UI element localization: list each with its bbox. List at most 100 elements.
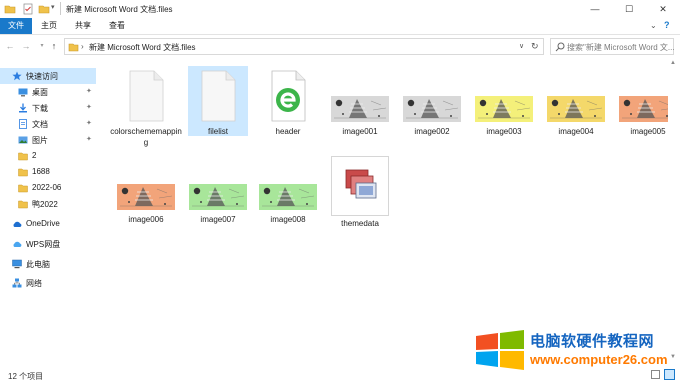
file-name: header [275,127,301,136]
sidebar-item[interactable]: 2 [0,148,96,164]
new-folder-icon[interactable] [38,3,50,15]
file-item[interactable]: image001 [330,66,390,136]
address-dropdown-icon[interactable]: ∨ [519,42,524,50]
sidebar-item[interactable]: 桌面 ✦ [0,84,96,100]
image-thumbnail [189,184,247,210]
minimize-button[interactable]: — [578,0,612,18]
pin-icon[interactable]: ✦ [86,103,92,111]
watermark-url: www.computer26.com [530,352,668,367]
file-item[interactable]: themedata [330,154,390,228]
title-bar: ▾ 新建 Microsoft Word 文档.files — ☐ ✕ [0,0,680,18]
pin-icon[interactable]: ✦ [86,135,92,143]
sidebar-item[interactable]: 2022-06 [0,180,96,196]
download-icon [19,103,27,113]
sidebar-item-label: 2 [32,151,37,160]
image-thumbnail [259,184,317,210]
search-icon [555,42,565,52]
sidebar-item-label: 鸭2022 [32,200,58,209]
tab-view[interactable]: 查看 [104,18,130,34]
sidebar-item[interactable]: 图片 ✦ [0,132,96,148]
file-name: image007 [200,215,236,224]
cloud-icon [13,221,22,227]
navigation-pane: 快速访问 桌面 ✦ 下载 ✦ 文档 ✦ 图片 ✦ 2 1688 2022-06 鸭2022 OneDriv… [0,64,96,364]
title-divider [60,2,61,15]
image-thumbnail [475,96,533,122]
file-item[interactable]: image007 [188,154,248,224]
file-name: image001 [342,127,378,136]
scroll-up-icon[interactable]: ▲ [670,60,676,66]
file-item[interactable]: image002 [402,66,462,136]
sidebar-item[interactable]: 此电脑 [0,256,96,272]
file-item[interactable]: colorschememapping [110,66,182,147]
details-view-icon[interactable] [651,370,660,379]
file-name: image006 [128,215,164,224]
up-arrow-icon[interactable]: ↑ [48,40,60,52]
desktop-icon [18,88,28,97]
pin-icon[interactable]: ✦ [86,119,92,127]
sidebar-item-label: 图片 [32,136,48,145]
sidebar-item[interactable]: 网络 [0,275,96,291]
watermark: 电脑软硬件教程网 www.computer26.com [474,330,674,370]
sidebar-item[interactable]: 鸭2022 [0,196,96,212]
close-button[interactable]: ✕ [646,0,680,18]
customize-qa-chevron-icon[interactable]: ▾ [51,3,55,15]
sidebar-item[interactable]: 文档 ✦ [0,116,96,132]
sidebar-item[interactable]: 1688 [0,164,96,180]
recent-locations-icon[interactable]: ▾ [36,40,48,52]
sidebar-item-label: OneDrive [26,219,60,228]
maximize-button[interactable]: ☐ [612,0,646,18]
document-icon [19,119,27,129]
computer-icon [12,259,22,269]
properties-icon[interactable] [22,3,34,15]
address-bar[interactable]: › 新建 Microsoft Word 文档.files ∨ ↻ [64,38,544,55]
back-arrow-icon[interactable]: ← [4,40,16,52]
search-placeholder: 搜索"新建 Microsoft Word 文... [567,43,675,52]
sidebar-item[interactable]: WPS网盘 [0,236,96,252]
sidebar-item-label: 快速访问 [26,72,58,81]
pin-icon[interactable]: ✦ [86,87,92,95]
forward-arrow-icon[interactable]: → [20,40,32,52]
help-icon[interactable]: ? [664,20,670,30]
sidebar-item-label: 下载 [32,104,48,113]
sidebar-item[interactable]: 下载 ✦ [0,100,96,116]
theme-file-icon [331,156,389,216]
folder-icon [68,43,79,52]
sidebar-item-label: 桌面 [32,88,48,97]
blank-file-icon [129,70,164,122]
expand-ribbon-icon[interactable]: ⌄ [650,21,657,30]
file-name: filelist [207,127,228,136]
file-item[interactable]: image008 [258,154,318,224]
sidebar-item[interactable]: OneDrive [0,216,96,232]
breadcrumb-path[interactable]: 新建 Microsoft Word 文档.files [89,42,196,53]
scrollbar[interactable]: ▲ ▼ [668,60,679,366]
file-item[interactable]: image004 [546,66,606,136]
sidebar-item[interactable]: 快速访问 [0,68,96,84]
image-thumbnail [403,96,461,122]
file-name: image004 [558,127,594,136]
sidebar-item-label: 2022-06 [32,183,62,192]
ribbon-tabs: 文件 主页 共享 查看 ⌄ ? [0,18,680,35]
file-item[interactable]: header [258,66,318,136]
sidebar-item-label: WPS网盘 [26,240,61,249]
image-thumbnail [547,96,605,122]
picture-icon [18,136,28,144]
network-icon [12,278,22,288]
html-file-icon [271,70,306,122]
refresh-icon[interactable]: ↻ [531,41,539,52]
file-item[interactable]: image003 [474,66,534,136]
file-name: image003 [486,127,522,136]
image-thumbnail [117,184,175,210]
window-title: 新建 Microsoft Word 文档.files [66,5,173,14]
file-name: colorschememapping [110,127,182,147]
file-item[interactable]: filelist [188,66,248,136]
file-name: themedata [341,219,379,228]
wps-cloud-icon [13,241,22,247]
tab-home[interactable]: 主页 [36,18,62,34]
tab-file[interactable]: 文件 [0,18,32,34]
tab-share[interactable]: 共享 [70,18,96,34]
folder-icon [18,168,28,177]
blank-file-icon [201,70,236,122]
file-item[interactable]: image006 [116,154,176,224]
large-icons-view-icon[interactable] [664,369,675,380]
search-input[interactable]: 搜索"新建 Microsoft Word 文... [550,38,675,55]
